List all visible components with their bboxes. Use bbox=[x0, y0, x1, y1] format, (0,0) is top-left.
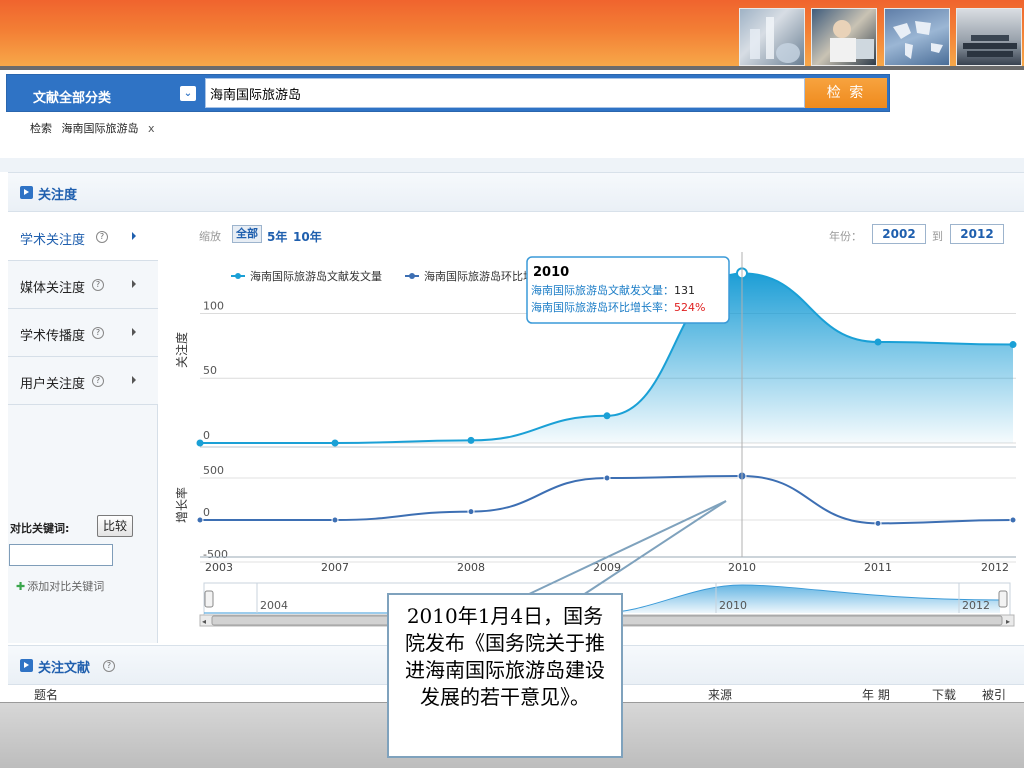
navigator-right-handle bbox=[998, 590, 1008, 608]
data-point bbox=[331, 439, 339, 447]
callout-pointer bbox=[582, 500, 727, 596]
data-point bbox=[1009, 516, 1017, 524]
y-axis-label: 关注度 bbox=[174, 332, 189, 368]
col-title[interactable]: 题名 bbox=[34, 686, 58, 703]
expand-icon[interactable] bbox=[20, 659, 33, 672]
data-point bbox=[1009, 341, 1017, 349]
section-title: 关注文献 bbox=[38, 661, 91, 676]
data-point bbox=[467, 508, 475, 516]
legend-marker bbox=[409, 273, 415, 279]
x-tick-label: 2008 bbox=[457, 561, 485, 574]
col-downloads[interactable]: 下载 bbox=[932, 686, 956, 703]
tooltip-value: 131 bbox=[674, 284, 695, 297]
help-icon[interactable]: ? bbox=[103, 660, 115, 672]
scroll-left-icon: ◂ bbox=[202, 617, 206, 626]
y-tick-label: -500 bbox=[203, 548, 228, 561]
data-point bbox=[603, 412, 611, 420]
x-tick-label: 2010 bbox=[728, 561, 756, 574]
data-point bbox=[331, 516, 339, 524]
col-citations[interactable]: 被引 bbox=[982, 686, 1006, 703]
data-point bbox=[874, 519, 882, 527]
y-tick-label: 500 bbox=[203, 464, 224, 477]
tooltip-value: 524% bbox=[674, 301, 705, 314]
y-tick-label: 0 bbox=[203, 429, 210, 442]
col-source[interactable]: 来源 bbox=[708, 686, 732, 703]
col-year-issue[interactable]: 年 期 bbox=[862, 686, 890, 703]
navigator-label: 2004 bbox=[260, 599, 288, 612]
data-point bbox=[196, 516, 204, 524]
y-axis-label: 增长率 bbox=[174, 487, 189, 523]
navigator-label: 2010 bbox=[719, 599, 747, 612]
tooltip-line-1: 海南国际旅游岛文献发文量：131 bbox=[531, 283, 695, 297]
tooltip-label: 海南国际旅游岛环比增长率： bbox=[531, 300, 674, 314]
data-point bbox=[874, 338, 882, 346]
scroll-right-icon: ▸ bbox=[1006, 617, 1010, 626]
x-tick-label: 2012 bbox=[981, 561, 1009, 574]
legend-marker bbox=[235, 273, 241, 279]
x-tick-label: 2003 bbox=[205, 561, 233, 574]
tooltip-year: 2010 bbox=[533, 265, 569, 280]
y-tick-label: 100 bbox=[203, 299, 224, 312]
x-tick-label: 2007 bbox=[321, 561, 349, 574]
data-point bbox=[603, 474, 611, 482]
data-point bbox=[196, 439, 204, 447]
callout-pointer bbox=[526, 500, 727, 596]
tooltip-line-2: 海南国际旅游岛环比增长率：524% bbox=[531, 300, 705, 314]
series-line bbox=[200, 474, 1014, 525]
navigator-label: 2012 bbox=[962, 599, 990, 612]
y-tick-label: 50 bbox=[203, 364, 217, 377]
navigator-left-handle bbox=[204, 590, 214, 608]
legend-label: 海南国际旅游岛文献发文量 bbox=[250, 269, 382, 283]
y-tick-label: 0 bbox=[203, 506, 210, 519]
annotation-callout: 2010年1月4日，国务院发布《国务院关于推进海南国际旅游岛建设发展的若干意见》… bbox=[387, 593, 623, 758]
data-point bbox=[467, 436, 475, 444]
tooltip-label: 海南国际旅游岛文献发文量： bbox=[531, 283, 674, 297]
x-tick-label: 2011 bbox=[864, 561, 892, 574]
